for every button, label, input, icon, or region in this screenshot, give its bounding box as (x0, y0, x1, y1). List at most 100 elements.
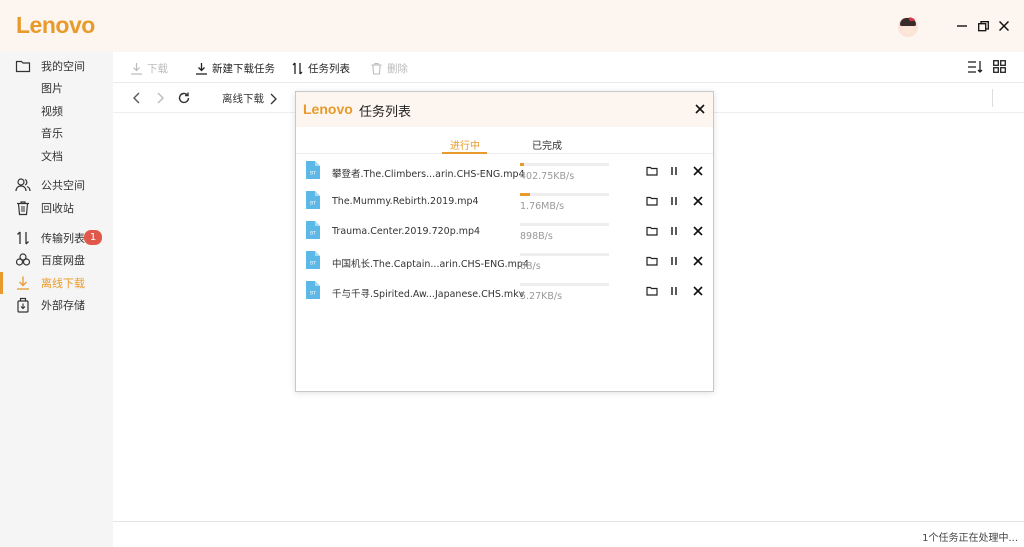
download-button[interactable]: 下载 (130, 60, 168, 76)
bt-file-icon: BT (306, 221, 320, 239)
task-row[interactable]: BT Trauma.Center.2019.720p.mp4 898B/s (296, 217, 713, 247)
dialog-header: Lenovo 任务列表 (296, 92, 713, 127)
task-file-name: Trauma.Center.2019.720p.mp4 (332, 226, 481, 237)
cancel-task-icon[interactable] (692, 225, 704, 237)
progress-bar (520, 223, 609, 226)
task-row[interactable]: BT 中国机长.The.Captain...arin.CHS-ENG.mp4 0B/… (296, 247, 713, 277)
bt-file-icon: BT (306, 281, 320, 299)
sidebar-item-label: 传输列表 (41, 232, 85, 245)
task-row[interactable]: BT 千与千寻.Spirited.Aw...Japanese.CHS.mkv 5.2… (296, 277, 713, 307)
progress-bar (520, 163, 609, 166)
new-download-task-button[interactable]: 新建下载任务 (195, 60, 275, 76)
active-indicator (0, 272, 3, 294)
pause-icon[interactable] (668, 165, 680, 177)
progress-bar (520, 193, 609, 196)
user-avatar[interactable] (898, 17, 918, 37)
task-speed: 1.76MB/s (520, 201, 565, 212)
sidebar-item-offline-download[interactable]: 离线下载 (0, 272, 113, 294)
app-logo: Lenovo (16, 12, 95, 38)
status-bar: 1个任务正在处理中... (113, 521, 1024, 547)
grid-view-button[interactable] (993, 60, 1006, 76)
sidebar-item-label: 文档 (41, 150, 63, 163)
transfer-count-badge: 1 (84, 230, 102, 245)
open-folder-icon[interactable] (646, 165, 658, 177)
sidebar-item-label: 公共空间 (41, 179, 85, 192)
sidebar-item-label: 回收站 (41, 202, 74, 215)
sort-button[interactable] (968, 60, 983, 77)
toolbar: 下载 新建下载任务 任务列表 删除 (113, 52, 1024, 83)
sidebar-item-public-space[interactable]: 公共空间 (0, 174, 113, 196)
breadcrumb-item: 离线下载 (222, 93, 264, 105)
transfer-icon (17, 231, 29, 245)
forward-arrow-icon[interactable] (153, 91, 167, 105)
avatar-bow (909, 17, 915, 21)
bt-file-icon: BT (306, 251, 320, 269)
task-speed: 0B/s (520, 261, 541, 272)
task-list-label: 任务列表 (308, 62, 350, 75)
sidebar-item-baidu-netdisk[interactable]: 百度网盘 (0, 249, 113, 271)
sidebar-item-recycle-bin[interactable]: 回收站 (0, 197, 113, 219)
sidebar-item-label: 外部存储 (41, 299, 85, 312)
pause-icon[interactable] (668, 225, 680, 237)
close-icon[interactable] (694, 103, 706, 115)
trash-icon (371, 62, 382, 75)
sidebar-item-music[interactable]: 音乐 (0, 122, 113, 144)
sidebar-item-my-space[interactable]: 我的空间 (0, 55, 113, 77)
sidebar-item-documents[interactable]: 文档 (0, 145, 113, 167)
sidebar-item-pictures[interactable]: 图片 (0, 77, 113, 99)
task-file-name: 攀登者.The.Climbers...arin.CHS-ENG.mp4 (332, 169, 525, 180)
task-file-name: The.Mummy.Rebirth.2019.mp4 (332, 196, 479, 207)
sidebar-item-label: 百度网盘 (41, 254, 85, 267)
progress-bar (520, 283, 609, 286)
sidebar-item-transfer-list[interactable]: 传输列表 1 (0, 227, 113, 249)
cancel-task-icon[interactable] (692, 285, 704, 297)
divider (992, 89, 993, 107)
minimize-button[interactable] (955, 19, 969, 33)
svg-text:BT: BT (310, 171, 316, 177)
download-label: 下载 (147, 62, 168, 75)
refresh-icon[interactable] (177, 91, 191, 105)
download-icon (17, 276, 29, 290)
sidebar: 我的空间 图片 视频 音乐 文档 公共空间 回收站 传输列表 1 百度网盘 离线… (0, 52, 113, 547)
task-speed: 5.27KB/s (520, 291, 563, 302)
open-folder-icon[interactable] (646, 285, 658, 297)
task-list-dialog: Lenovo 任务列表 进行中 已完成 BT 攀登者.The.Climbers..… (295, 91, 714, 392)
sidebar-item-videos[interactable]: 视频 (0, 100, 113, 122)
grid-view-icon (993, 60, 1006, 73)
open-folder-icon[interactable] (646, 195, 658, 207)
title-bar: Lenovo (0, 0, 1024, 52)
pause-icon[interactable] (668, 285, 680, 297)
active-tab-indicator (442, 152, 487, 154)
open-folder-icon[interactable] (646, 255, 658, 267)
tab-in-progress[interactable]: 进行中 (450, 137, 480, 152)
sidebar-item-label: 图片 (41, 82, 63, 95)
chevron-right-icon (270, 93, 277, 104)
sidebar-item-label: 我的空间 (41, 60, 85, 73)
task-list-button[interactable]: 任务列表 (291, 60, 350, 76)
tab-completed[interactable]: 已完成 (532, 137, 562, 152)
sidebar-item-label: 视频 (41, 105, 63, 118)
delete-button[interactable]: 删除 (370, 60, 408, 76)
task-speed: 402.75KB/s (520, 171, 575, 182)
svg-text:BT: BT (310, 231, 316, 237)
cancel-task-icon[interactable] (692, 195, 704, 207)
cancel-task-icon[interactable] (692, 255, 704, 267)
new-task-label: 新建下载任务 (212, 62, 275, 75)
dialog-logo: Lenovo (303, 101, 353, 117)
restore-button[interactable] (976, 19, 990, 33)
cancel-task-icon[interactable] (692, 165, 704, 177)
open-folder-icon[interactable] (646, 225, 658, 237)
transfer-icon (292, 62, 303, 74)
pause-icon[interactable] (668, 195, 680, 207)
delete-label: 删除 (387, 62, 408, 75)
task-row[interactable]: BT The.Mummy.Rebirth.2019.mp4 1.76MB/s (296, 187, 713, 217)
pause-icon[interactable] (668, 255, 680, 267)
breadcrumb[interactable]: 离线下载 (222, 91, 278, 106)
task-row[interactable]: BT 攀登者.The.Climbers...arin.CHS-ENG.mp4 402… (296, 157, 713, 187)
back-arrow-icon[interactable] (130, 91, 144, 105)
close-icon (999, 21, 1009, 31)
close-button[interactable] (997, 19, 1011, 33)
svg-text:BT: BT (310, 201, 316, 207)
sidebar-item-external-storage[interactable]: 外部存储 (0, 294, 113, 316)
svg-text:BT: BT (310, 291, 316, 297)
